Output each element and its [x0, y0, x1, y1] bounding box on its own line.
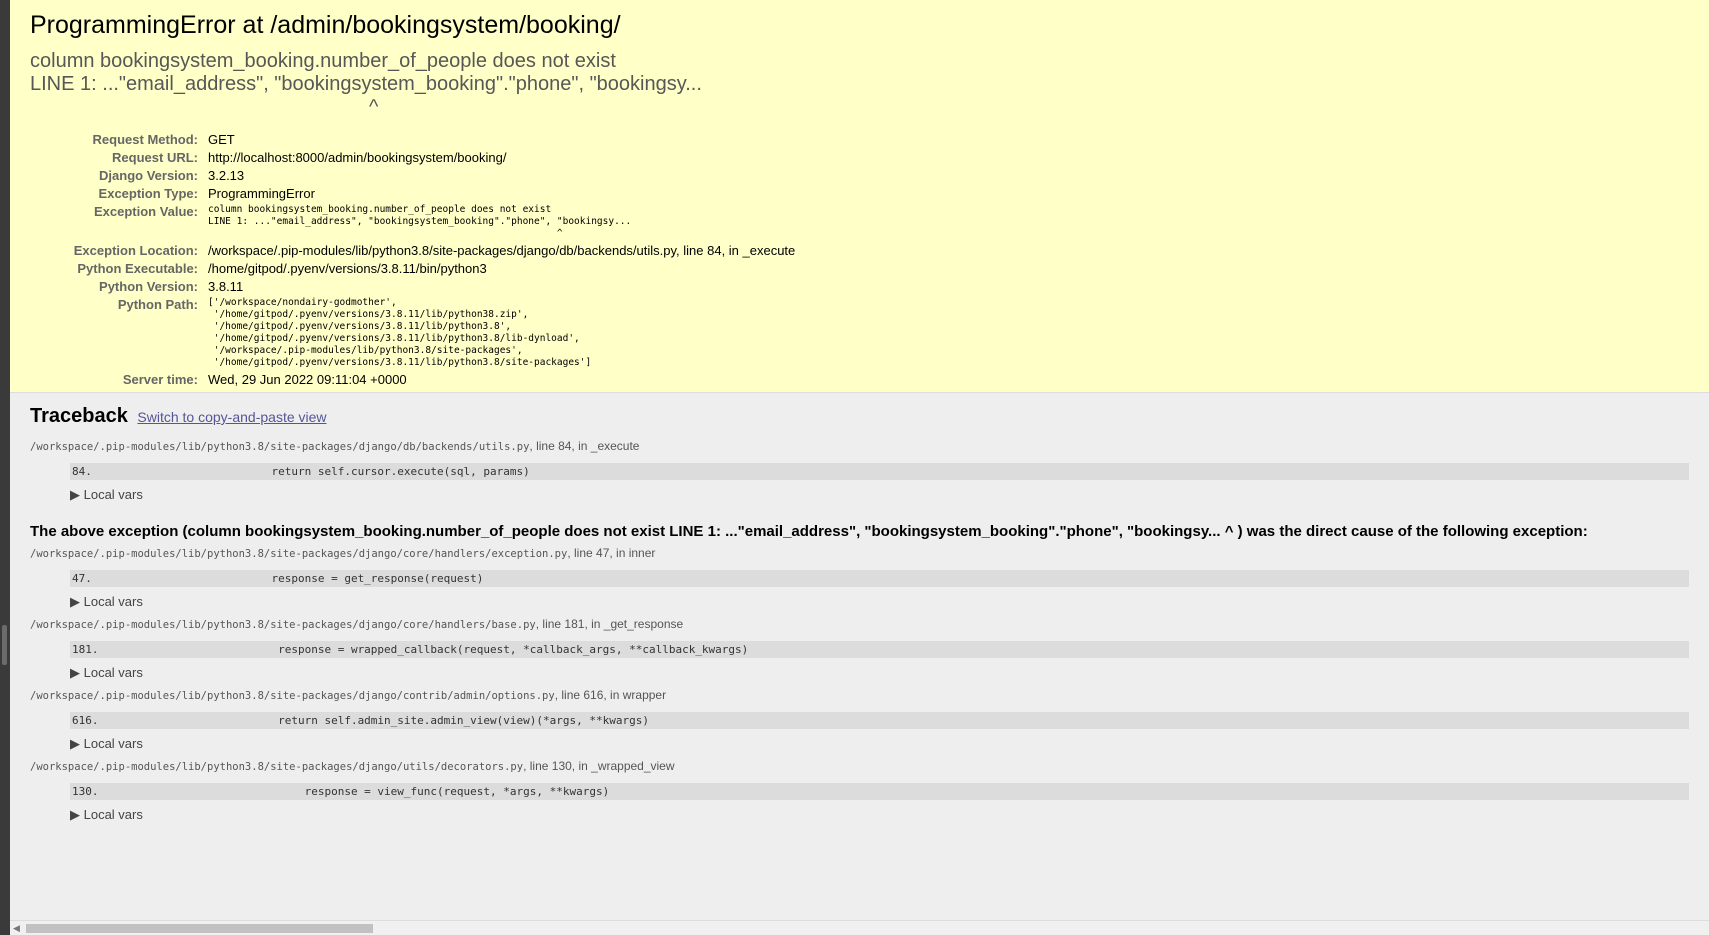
exception-value-text: column bookingsystem_booking.number_of_p… — [208, 204, 632, 239]
frame-line-number: 84. — [72, 465, 92, 478]
meta-label: Python Path: — [117, 297, 198, 312]
frame-where: , line 84, in _execute — [529, 439, 640, 453]
meta-value: ['/workspace/nondairy-godmother', '/home… — [208, 296, 795, 371]
meta-value: /home/gitpod/.pyenv/versions/3.8.11/bin/… — [208, 261, 487, 276]
frame-location: /workspace/.pip-modules/lib/python3.8/si… — [30, 687, 1689, 704]
frame-line-number: 181. — [72, 643, 99, 656]
traceback-section: Traceback Switch to copy-and-paste view … — [10, 393, 1709, 823]
meta-value: http://localhost:8000/admin/bookingsyste… — [208, 150, 507, 165]
meta-row-python-path: Python Path: ['/workspace/nondairy-godmo… — [30, 296, 795, 371]
frame-location: /workspace/.pip-modules/lib/python3.8/si… — [30, 545, 1689, 562]
meta-label: Server time: — [122, 372, 198, 387]
meta-label: Exception Type: — [98, 186, 198, 201]
meta-value: Wed, 29 Jun 2022 09:11:04 +0000 — [208, 372, 407, 387]
request-meta-table: Request Method: GET Request URL: http://… — [30, 131, 796, 389]
exception-value-heading: column bookingsystem_booking.number_of_p… — [30, 50, 702, 118]
traceback-frame: /workspace/.pip-modules/lib/python3.8/si… — [30, 616, 1689, 681]
window-left-edge — [0, 0, 10, 935]
summary-section: ProgrammingError at /admin/bookingsystem… — [10, 0, 1709, 393]
frame-code-line[interactable]: 181. response = wrapped_callback(request… — [70, 641, 1689, 658]
meta-label: Django Version: — [99, 168, 198, 183]
traceback-frame: /workspace/.pip-modules/lib/python3.8/si… — [30, 545, 1689, 610]
left-edge-handle[interactable] — [2, 625, 7, 665]
frame-location: /workspace/.pip-modules/lib/python3.8/si… — [30, 616, 1689, 633]
meta-value: column bookingsystem_booking.number_of_p… — [208, 203, 795, 242]
traceback-frame: /workspace/.pip-modules/lib/python3.8/si… — [30, 438, 1689, 503]
traceback-heading: Traceback Switch to copy-and-paste view — [30, 403, 1689, 430]
local-vars-toggle[interactable]: ▶ Local vars — [70, 665, 1689, 681]
local-vars-toggle[interactable]: ▶ Local vars — [70, 736, 1689, 752]
frame-line-number: 616. — [72, 714, 99, 727]
meta-row-exception-location: Exception Location: /workspace/.pip-modu… — [30, 242, 796, 260]
frame-line-number: 130. — [72, 785, 99, 798]
meta-value: 3.2.13 — [208, 168, 245, 183]
local-vars-toggle[interactable]: ▶ Local vars — [70, 487, 1689, 503]
frame-code: return self.cursor.execute(sql, params) — [192, 465, 530, 478]
frame-file: /workspace/.pip-modules/lib/python3.8/si… — [30, 761, 524, 773]
meta-row-request-method: Request Method: GET — [30, 131, 795, 149]
frame-where: , line 616, in wrapper — [554, 688, 667, 702]
frame-code: return self.admin_site.admin_view(view)(… — [192, 714, 649, 727]
frame-where: , line 47, in inner — [567, 546, 656, 560]
local-vars-toggle[interactable]: ▶ Local vars — [70, 594, 1689, 610]
meta-label: Python Version: — [99, 279, 198, 294]
frame-where: , line 181, in _get_response — [535, 617, 684, 631]
meta-label: Exception Value: — [93, 204, 198, 219]
meta-label: Request Method: — [92, 132, 198, 147]
horizontal-scrollbar[interactable]: ◀ — [10, 920, 1709, 935]
frame-code-line[interactable]: 47. response = get_response(request) — [70, 570, 1689, 587]
frame-code: response = get_response(request) — [192, 572, 484, 585]
error-page: ProgrammingError at /admin/bookingsystem… — [10, 0, 1709, 935]
meta-label: Python Executable: — [77, 261, 198, 276]
scroll-left-arrow-icon[interactable]: ◀ — [13, 921, 20, 935]
frame-code: response = view_func(request, *args, **k… — [192, 785, 610, 798]
frame-location: /workspace/.pip-modules/lib/python3.8/si… — [30, 758, 1689, 775]
local-vars-toggle[interactable]: ▶ Local vars — [70, 807, 1689, 823]
meta-value: GET — [208, 132, 235, 147]
meta-label: Exception Location: — [73, 243, 198, 258]
page-title: ProgrammingError at /admin/bookingsystem… — [30, 11, 621, 39]
frame-code-line[interactable]: 130. response = view_func(request, *args… — [70, 783, 1689, 800]
frame-code-line[interactable]: 616. return self.admin_site.admin_view(v… — [70, 712, 1689, 729]
meta-row-server-time: Server time: Wed, 29 Jun 2022 09:11:04 +… — [30, 371, 795, 389]
meta-value: /workspace/.pip-modules/lib/python3.8/si… — [208, 243, 796, 258]
meta-row-request-url: Request URL: http://localhost:8000/admin… — [30, 149, 795, 167]
traceback-frame: /workspace/.pip-modules/lib/python3.8/si… — [30, 758, 1689, 823]
frame-file: /workspace/.pip-modules/lib/python3.8/si… — [30, 619, 536, 631]
frame-file: /workspace/.pip-modules/lib/python3.8/si… — [30, 441, 530, 453]
meta-row-exception-type: Exception Type: ProgrammingError — [30, 185, 795, 203]
meta-label: Request URL: — [112, 150, 198, 165]
scrollbar-thumb[interactable] — [26, 924, 373, 933]
switch-to-copy-paste-link[interactable]: Switch to copy-and-paste view — [137, 409, 326, 425]
frame-location: /workspace/.pip-modules/lib/python3.8/si… — [30, 438, 1689, 455]
meta-value: 3.8.11 — [208, 279, 244, 294]
meta-row-python-executable: Python Executable: /home/gitpod/.pyenv/v… — [30, 260, 795, 278]
traceback-frame: /workspace/.pip-modules/lib/python3.8/si… — [30, 687, 1689, 752]
python-path-text: ['/workspace/nondairy-godmother', '/home… — [208, 297, 592, 368]
frame-where: , line 130, in _wrapped_view — [523, 759, 675, 773]
frame-file: /workspace/.pip-modules/lib/python3.8/si… — [30, 690, 555, 702]
meta-row-python-version: Python Version: 3.8.11 — [30, 278, 795, 296]
frame-line-number: 47. — [72, 572, 92, 585]
frame-code-line[interactable]: 84. return self.cursor.execute(sql, para… — [70, 463, 1689, 480]
frame-code: response = wrapped_callback(request, *ca… — [192, 643, 749, 656]
traceback-title: Traceback — [30, 405, 128, 427]
meta-row-django-version: Django Version: 3.2.13 — [30, 167, 795, 185]
meta-value: ProgrammingError — [208, 186, 315, 201]
meta-row-exception-value: Exception Value: column bookingsystem_bo… — [30, 203, 795, 242]
frame-file: /workspace/.pip-modules/lib/python3.8/si… — [30, 548, 568, 560]
exception-cause-message: The above exception (column bookingsyste… — [30, 523, 1588, 540]
